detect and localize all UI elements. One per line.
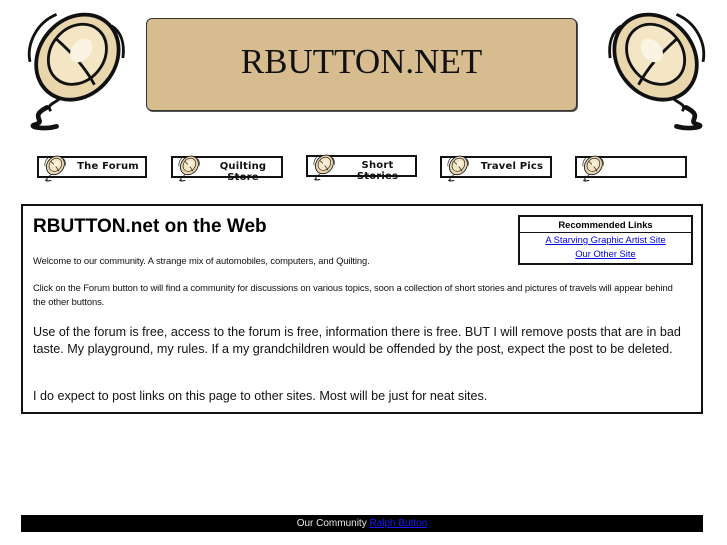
nav-button-label: The Forum [77,161,139,172]
site-title: RBUTTON.NET [240,41,483,81]
nav-button-travel-pics[interactable]: Travel Pics [440,154,552,182]
page-heading: RBUTTON.net on the Web [33,216,267,237]
footer-text: Our Community [296,518,367,529]
computer-mouse-icon [42,154,69,182]
recommended-links-heading: Recommended Links [520,217,691,233]
computer-mouse-icon [600,5,715,133]
mouse-logo-left [18,5,133,133]
forum-info-text: Click on the Forum button to will find a… [33,282,673,307]
computer-mouse-icon [311,153,338,181]
nav-button-quilting-store[interactable]: Quilting Store [171,154,283,183]
nav-button-blank[interactable] [575,154,687,182]
computer-mouse-icon [176,154,203,182]
link-starving-graphic-artist[interactable]: A Starving Graphic Artist Site [520,233,691,247]
computer-mouse-icon [580,154,607,182]
mouse-logo-right [600,5,715,133]
footer: Our Community Ralph Button [21,515,703,532]
link-our-other-site[interactable]: Our Other Site [520,247,691,261]
welcome-text: Welcome to our community. A strange mix … [33,255,370,266]
nav-bar: The Forum Quilting Store Short Stories T… [0,153,727,183]
computer-mouse-icon [18,5,133,133]
main-content: RBUTTON.net on the Web Welcome to our co… [21,204,703,414]
computer-mouse-icon [445,154,472,182]
usage-policy-text: Use of the forum is free, access to the … [33,325,681,356]
recommended-links-box: Recommended Links A Starving Graphic Art… [518,215,693,265]
nav-button-label: Short Stories [356,160,399,182]
nav-button-the-forum[interactable]: The Forum [37,154,147,182]
links-note-text: I do expect to post links on this page t… [33,389,488,403]
nav-button-label: Quilting Store [219,161,267,183]
footer-author-link[interactable]: Ralph Button [369,518,427,529]
site-banner: RBUTTON.NET [146,18,577,111]
nav-button-short-stories[interactable]: Short Stories [306,153,417,182]
nav-button-label: Travel Pics [480,161,544,172]
